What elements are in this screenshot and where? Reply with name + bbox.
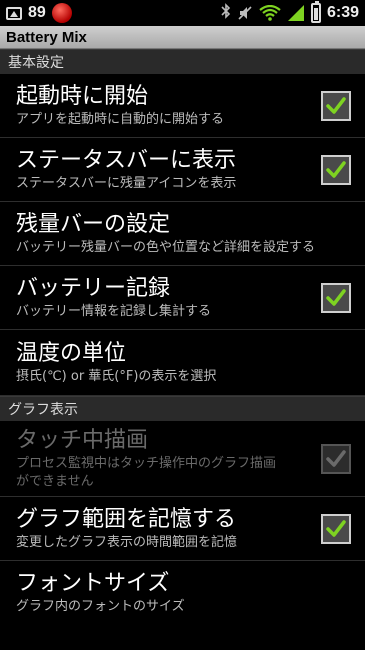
pref-summary-line2: ができません bbox=[16, 473, 94, 489]
pref-title: タッチ中描画 bbox=[16, 427, 149, 453]
pref-remember-graph-range[interactable]: グラフ範囲を記憶する 変更したグラフ表示の時間範囲を記憶 bbox=[0, 497, 365, 561]
pref-title: 残量バーの設定 bbox=[16, 211, 171, 237]
pref-battery-logging[interactable]: バッテリー記録 バッテリー情報を記録し集計する bbox=[0, 266, 365, 330]
pref-summary: バッテリー情報を記録し集計する bbox=[16, 303, 212, 319]
battery-level-text: 89 bbox=[28, 4, 46, 21]
pref-title: グラフ範囲を記憶する bbox=[16, 506, 237, 532]
battery-logging-checkbox[interactable] bbox=[321, 282, 351, 313]
image-notification-icon bbox=[6, 6, 22, 20]
checkmark-icon bbox=[326, 449, 346, 467]
bluetooth-icon bbox=[221, 3, 231, 23]
wifi-icon bbox=[259, 4, 281, 21]
app-notification-icon bbox=[51, 3, 72, 23]
pref-summary: 摂氏(℃) or 華氏(°F)の表示を選択 bbox=[16, 368, 217, 384]
app-title-bar: Battery Mix bbox=[0, 26, 365, 49]
checkmark-icon bbox=[326, 288, 346, 306]
pref-summary: ステータスバーに残量アイコンを表示 bbox=[16, 175, 237, 191]
pref-summary: アプリを起動時に自動的に開始する bbox=[16, 111, 225, 127]
pref-summary: グラフ内のフォントのサイズ bbox=[16, 599, 185, 614]
pref-summary: バッテリー残量バーの色や位置など詳細を設定する bbox=[16, 239, 316, 255]
section-header-label: グラフ表示 bbox=[8, 402, 78, 418]
pref-summary-line1: プロセス監視中はタッチ操作中のグラフ描画 bbox=[16, 455, 277, 471]
start-on-launch-checkbox[interactable] bbox=[321, 90, 351, 121]
draw-while-touching-checkbox bbox=[321, 443, 351, 474]
pref-font-size[interactable]: フォントサイズ グラフ内のフォントのサイズ bbox=[0, 561, 365, 625]
pref-show-in-status-bar[interactable]: ステータスバーに表示 ステータスバーに残量アイコンを表示 bbox=[0, 138, 365, 202]
section-header-graph-display: グラフ表示 bbox=[0, 396, 365, 421]
checkmark-icon bbox=[326, 519, 346, 537]
pref-summary: 変更したグラフ表示の時間範囲を記憶 bbox=[16, 534, 238, 550]
section-header-basic-settings: 基本設定 bbox=[0, 49, 365, 74]
checkmark-icon bbox=[326, 96, 346, 114]
pref-title: ステータスバーに表示 bbox=[16, 147, 237, 173]
battery-icon bbox=[310, 1, 321, 23]
section-header-label: 基本設定 bbox=[8, 55, 64, 71]
checkmark-icon bbox=[326, 160, 346, 178]
pref-title: バッテリー記録 bbox=[16, 275, 171, 301]
pref-title: 温度の単位 bbox=[16, 340, 127, 366]
pref-temperature-unit[interactable]: 温度の単位 摂氏(℃) or 華氏(°F)の表示を選択 bbox=[0, 330, 365, 396]
show-in-status-bar-checkbox[interactable] bbox=[321, 154, 351, 185]
app-title: Battery Mix bbox=[6, 28, 87, 46]
remember-graph-range-checkbox[interactable] bbox=[321, 513, 351, 544]
pref-start-on-launch[interactable]: 起動時に開始 アプリを起動時に自動的に開始する bbox=[0, 74, 365, 138]
pref-title: 起動時に開始 bbox=[16, 83, 149, 109]
vibrate-mute-icon bbox=[237, 5, 253, 21]
signal-strength-icon bbox=[287, 4, 305, 22]
clock-time: 6:39 bbox=[326, 4, 359, 21]
pref-draw-while-touching: タッチ中描画 プロセス監視中はタッチ操作中のグラフ描画 ができません bbox=[0, 421, 365, 497]
status-bar: 89 6:39 bbox=[0, 0, 365, 26]
pref-remaining-bar-settings[interactable]: 残量バーの設定 バッテリー残量バーの色や位置など詳細を設定する bbox=[0, 202, 365, 266]
pref-title: フォントサイズ bbox=[16, 571, 170, 596]
